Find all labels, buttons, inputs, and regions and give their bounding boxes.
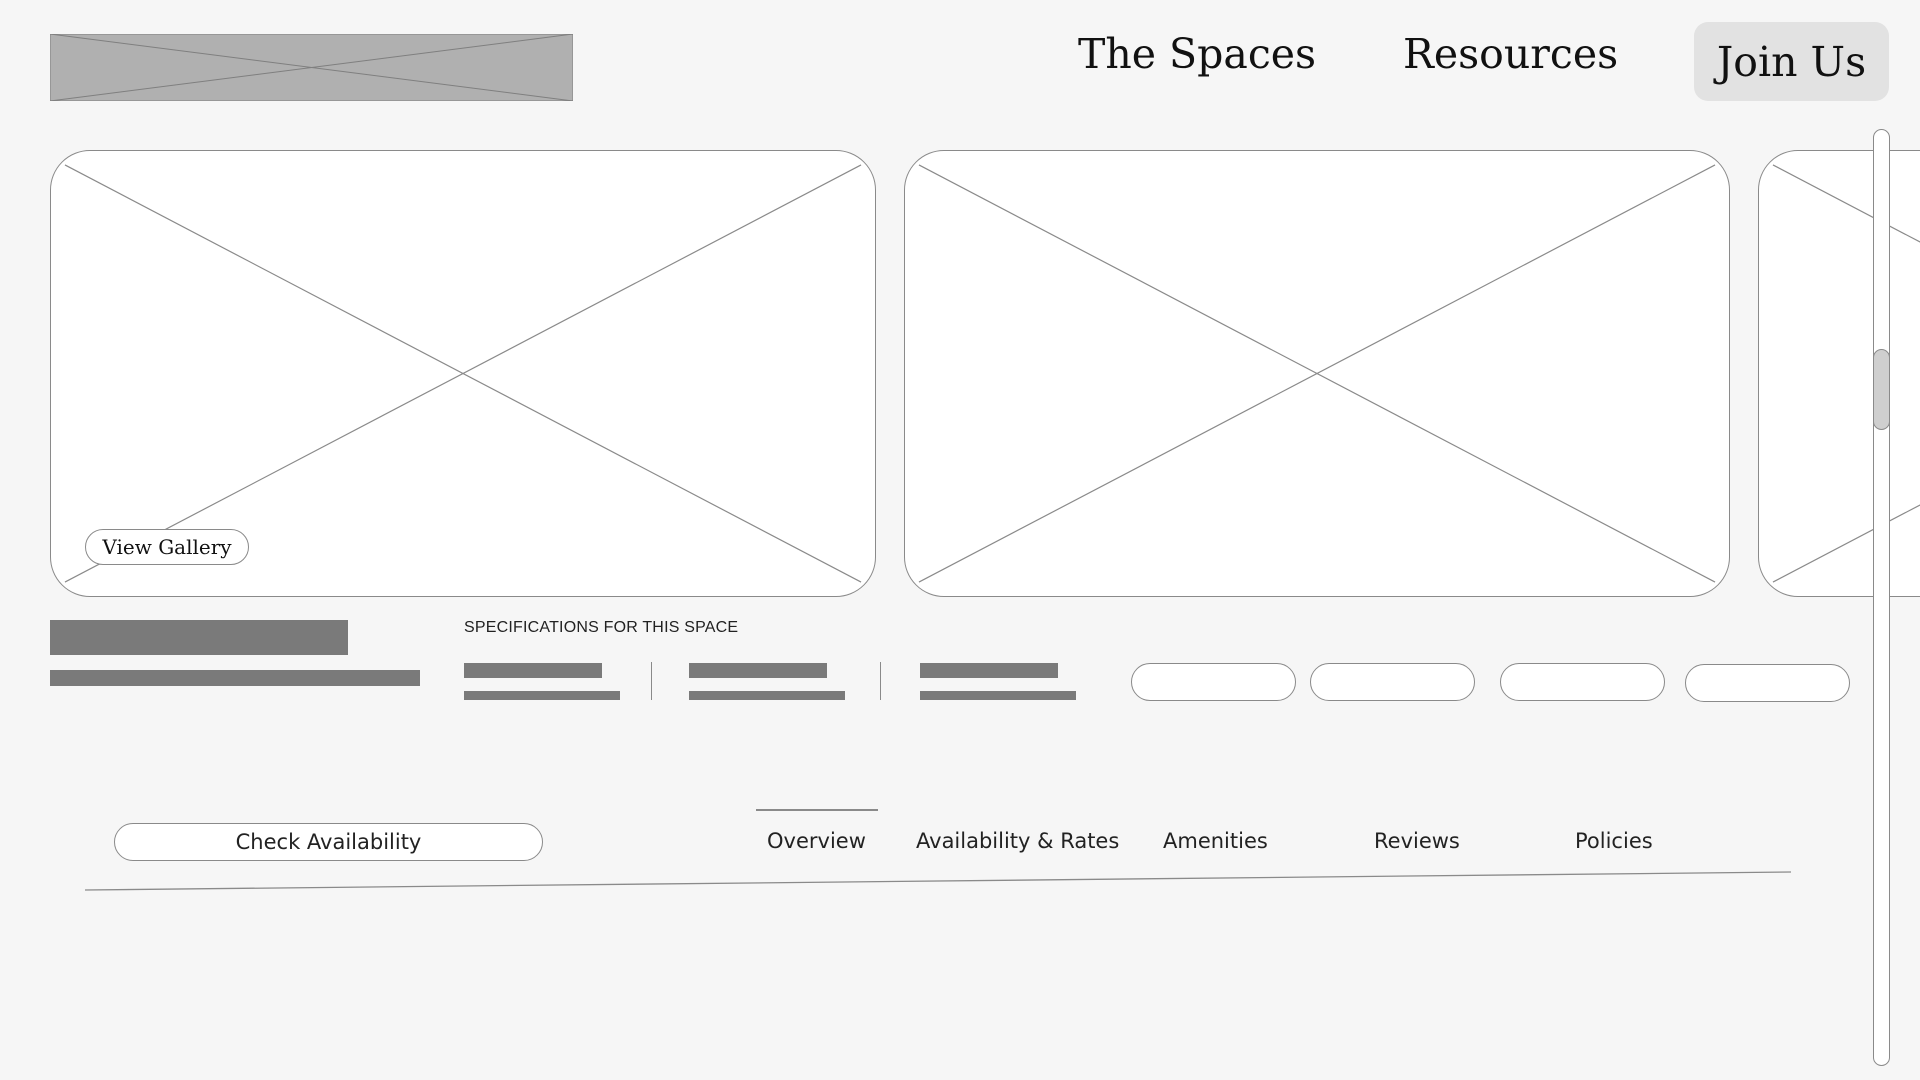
spec-label-placeholder-3 bbox=[920, 691, 1076, 700]
tab-reviews[interactable]: Reviews bbox=[1374, 829, 1460, 853]
nav-link-resources[interactable]: Resources bbox=[1403, 30, 1618, 78]
spec-value-placeholder-1 bbox=[464, 663, 602, 678]
spec-heading: SPECIFICATIONS FOR THIS SPACE bbox=[464, 619, 739, 636]
spec-label-placeholder-1 bbox=[464, 691, 620, 700]
space-subtitle-placeholder bbox=[50, 670, 420, 686]
tabs-baseline-divider bbox=[84, 871, 1792, 891]
image-placeholder-icon bbox=[1772, 164, 1920, 583]
join-us-button[interactable]: Join Us bbox=[1694, 22, 1889, 101]
spec-value-placeholder-2 bbox=[689, 663, 827, 678]
tab-amenities[interactable]: Amenities bbox=[1163, 829, 1268, 853]
spec-divider bbox=[880, 662, 882, 700]
space-title-placeholder bbox=[50, 620, 348, 655]
tab-availability-rates[interactable]: Availability & Rates bbox=[916, 829, 1119, 853]
vertical-scrollbar-track[interactable] bbox=[1873, 129, 1890, 1066]
vertical-scrollbar-thumb[interactable] bbox=[1873, 349, 1890, 430]
tag-pill-1[interactable] bbox=[1131, 663, 1296, 701]
active-tab-indicator bbox=[756, 809, 878, 811]
spec-value-placeholder-3 bbox=[920, 663, 1058, 678]
gallery-image-2[interactable] bbox=[904, 150, 1730, 597]
check-availability-button[interactable]: Check Availability bbox=[114, 823, 543, 861]
gallery-carousel bbox=[0, 0, 1920, 1080]
logo-placeholder[interactable] bbox=[50, 34, 573, 101]
tag-pill-3[interactable] bbox=[1500, 663, 1665, 701]
spec-label-placeholder-2 bbox=[689, 691, 845, 700]
tag-pill-4[interactable] bbox=[1685, 664, 1850, 702]
tag-pill-2[interactable] bbox=[1310, 663, 1475, 701]
tab-policies[interactable]: Policies bbox=[1575, 829, 1653, 853]
gallery-image-3[interactable] bbox=[1758, 150, 1920, 597]
nav-link-the-spaces[interactable]: The Spaces bbox=[1078, 30, 1316, 78]
view-gallery-button[interactable]: View Gallery bbox=[85, 529, 249, 565]
tab-overview[interactable]: Overview bbox=[767, 829, 866, 853]
image-placeholder-icon bbox=[918, 164, 1716, 583]
spec-divider bbox=[651, 662, 653, 700]
